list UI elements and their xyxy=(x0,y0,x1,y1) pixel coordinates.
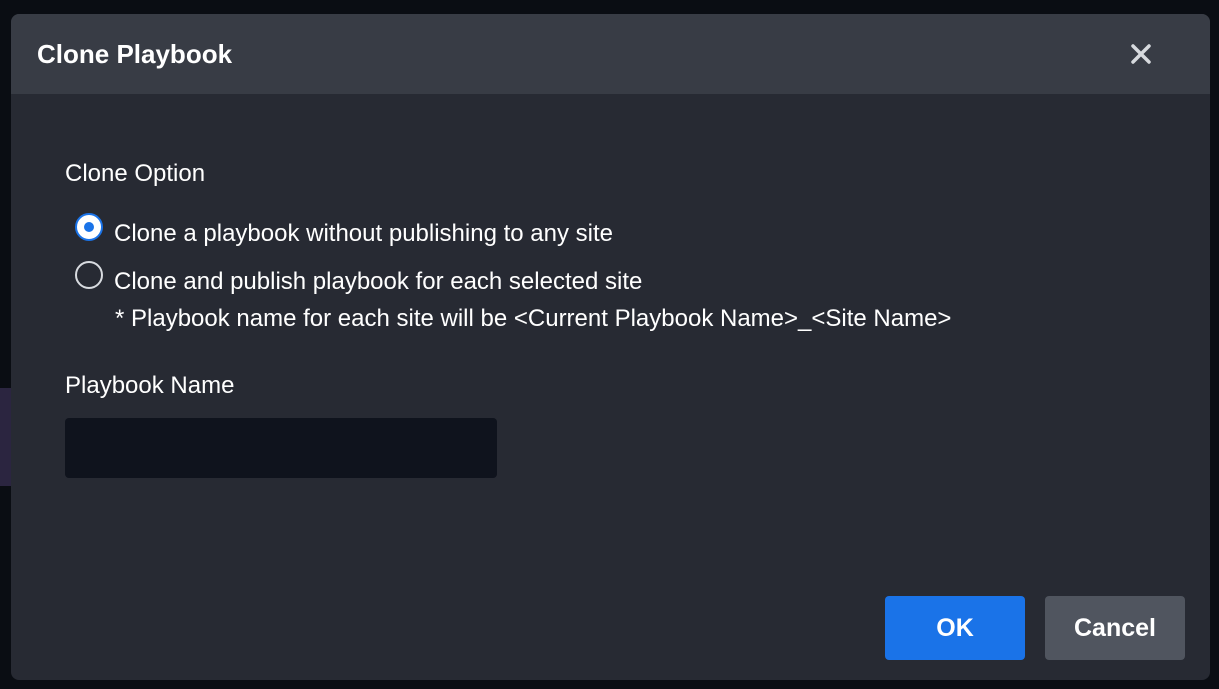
ok-button[interactable]: OK xyxy=(885,596,1025,660)
radio-button-selected[interactable] xyxy=(75,213,103,241)
close-button[interactable] xyxy=(1125,38,1157,70)
dialog-title: Clone Playbook xyxy=(37,39,233,69)
clone-option-label: Clone Option xyxy=(65,160,206,187)
radio-button-unselected[interactable] xyxy=(75,261,103,289)
dialog-header: Clone Playbook xyxy=(11,14,1210,94)
cancel-button[interactable]: Cancel xyxy=(1045,596,1185,660)
playbook-name-note: * Playbook name for each site will be <C… xyxy=(115,305,952,332)
playbook-name-input[interactable] xyxy=(65,418,497,478)
close-icon xyxy=(1131,44,1151,64)
clone-playbook-dialog: Clone Playbook Clone Option Clone a play… xyxy=(11,14,1210,680)
radio-option-label: Clone a playbook without publishing to a… xyxy=(114,220,613,247)
radio-option-label: Clone and publish playbook for each sele… xyxy=(114,268,643,295)
playbook-name-label: Playbook Name xyxy=(65,372,235,399)
